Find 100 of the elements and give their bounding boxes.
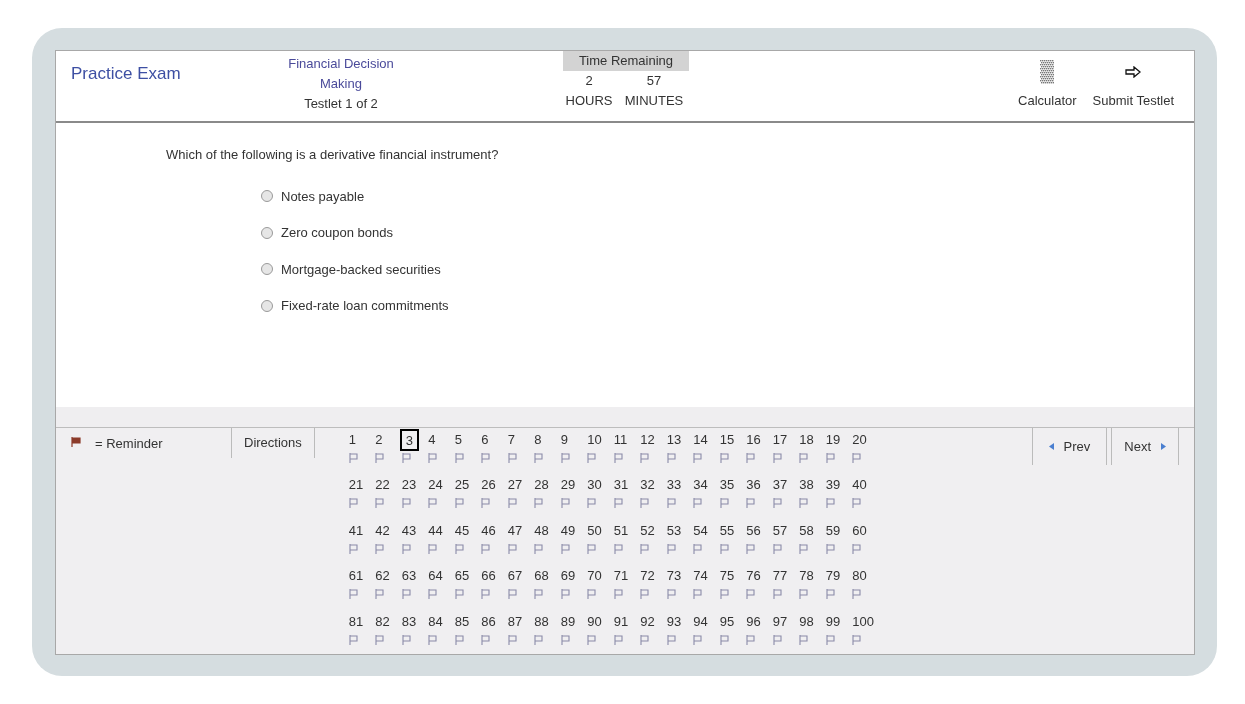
flag-icon[interactable] <box>587 589 597 600</box>
flag-icon[interactable] <box>560 589 570 600</box>
question-number[interactable]: 21 <box>347 474 365 497</box>
question-number[interactable]: 100 <box>851 610 875 633</box>
flag-icon[interactable] <box>481 453 491 463</box>
question-number[interactable]: 65 <box>453 565 471 588</box>
question-number[interactable]: 16 <box>745 429 762 451</box>
question-number[interactable]: 30 <box>586 474 603 497</box>
question-number[interactable]: 40 <box>851 474 868 497</box>
flag-icon[interactable] <box>746 498 756 509</box>
question-number[interactable]: 17 <box>771 429 789 451</box>
flag-icon[interactable] <box>454 634 464 645</box>
flag-icon[interactable] <box>428 543 438 554</box>
question-number[interactable]: 13 <box>665 429 683 451</box>
flag-icon[interactable] <box>746 589 756 600</box>
answer-option[interactable]: Fixed-rate loan commitments <box>281 296 449 316</box>
question-number[interactable]: 95 <box>718 610 736 633</box>
question-number[interactable]: 46 <box>480 519 497 542</box>
flag-icon[interactable] <box>799 498 809 509</box>
flag-icon[interactable] <box>852 498 862 509</box>
flag-icon[interactable] <box>534 543 544 554</box>
question-number[interactable]: 49 <box>559 519 577 542</box>
question-number[interactable]: 8 <box>533 429 543 451</box>
flag-icon[interactable] <box>560 543 570 554</box>
question-number[interactable]: 88 <box>533 610 550 633</box>
flag-icon[interactable] <box>746 453 756 463</box>
question-number[interactable]: 11 <box>612 429 629 451</box>
flag-icon[interactable] <box>693 498 703 509</box>
flag-icon[interactable] <box>772 589 782 600</box>
question-number[interactable]: 1 <box>347 429 358 451</box>
flag-icon[interactable] <box>454 543 464 554</box>
answer-option[interactable]: Zero coupon bonds <box>281 223 394 243</box>
question-number[interactable]: 79 <box>824 565 842 588</box>
flag-icon[interactable] <box>587 453 597 463</box>
flag-icon[interactable] <box>507 589 517 600</box>
flag-icon[interactable] <box>666 589 676 600</box>
question-number[interactable]: 59 <box>824 519 842 542</box>
question-number[interactable]: 47 <box>506 519 524 542</box>
question-number[interactable]: 63 <box>400 565 418 588</box>
flag-icon[interactable] <box>428 498 438 509</box>
question-number[interactable]: 62 <box>374 565 391 588</box>
question-number[interactable]: 58 <box>798 519 815 542</box>
question-number[interactable]: 48 <box>533 519 550 542</box>
question-number[interactable]: 94 <box>692 610 709 633</box>
question-number[interactable]: 14 <box>692 429 709 451</box>
question-number[interactable]: 84 <box>427 610 444 633</box>
question-number[interactable]: 39 <box>824 474 842 497</box>
question-number[interactable]: 56 <box>745 519 762 542</box>
flag-icon[interactable] <box>825 589 835 600</box>
question-number[interactable]: 60 <box>851 519 868 542</box>
question-number[interactable]: 44 <box>427 519 444 542</box>
flag-icon[interactable] <box>613 498 623 509</box>
question-number[interactable]: 31 <box>612 474 630 497</box>
flag-icon[interactable] <box>693 589 703 600</box>
question-number[interactable]: 85 <box>453 610 471 633</box>
answer-option[interactable]: Notes payable <box>281 186 365 206</box>
question-number[interactable]: 20 <box>851 429 868 451</box>
question-number[interactable]: 3 <box>399 429 420 451</box>
flag-icon[interactable] <box>640 498 650 509</box>
question-number[interactable]: 66 <box>480 565 497 588</box>
flag-icon[interactable] <box>852 589 862 600</box>
question-number[interactable]: 33 <box>665 474 683 497</box>
flag-icon[interactable] <box>401 589 411 600</box>
question-number[interactable]: 57 <box>771 519 789 542</box>
answer-option[interactable]: Mortgage-backed securities <box>281 259 441 279</box>
flag-icon[interactable] <box>666 453 676 463</box>
flag-icon[interactable] <box>534 589 544 600</box>
question-number[interactable]: 93 <box>665 610 683 633</box>
flag-icon[interactable] <box>507 453 517 463</box>
flag-icon[interactable] <box>746 543 756 554</box>
flag-icon[interactable] <box>587 498 597 509</box>
flag-icon[interactable] <box>534 453 544 463</box>
flag-icon[interactable] <box>640 634 650 645</box>
question-number[interactable]: 83 <box>400 610 418 633</box>
flag-icon[interactable] <box>428 589 438 600</box>
calculator-button[interactable]: Calculator <box>1018 59 1077 121</box>
flag-icon[interactable] <box>481 498 491 509</box>
flag-icon[interactable] <box>507 634 517 645</box>
flag-icon[interactable] <box>693 634 703 645</box>
question-number[interactable]: 98 <box>798 610 815 633</box>
flag-icon[interactable] <box>666 543 676 554</box>
question-number[interactable]: 72 <box>639 565 656 588</box>
question-number[interactable]: 2 <box>374 429 384 451</box>
question-number[interactable]: 32 <box>639 474 656 497</box>
flag-icon[interactable] <box>481 589 491 600</box>
flag-icon[interactable] <box>481 543 491 554</box>
next-button[interactable]: Next <box>1111 428 1179 465</box>
flag-icon[interactable] <box>613 634 623 645</box>
radio-button[interactable] <box>261 263 273 276</box>
question-number[interactable]: 50 <box>586 519 603 542</box>
question-number[interactable]: 86 <box>480 610 497 633</box>
flag-icon[interactable] <box>348 589 358 600</box>
question-number[interactable]: 87 <box>506 610 524 633</box>
question-number[interactable]: 82 <box>374 610 391 633</box>
question-number[interactable]: 61 <box>347 565 365 588</box>
question-number[interactable]: 35 <box>718 474 736 497</box>
flag-icon[interactable] <box>772 453 782 463</box>
flag-icon[interactable] <box>719 634 729 645</box>
flag-icon[interactable] <box>534 634 544 645</box>
flag-icon[interactable] <box>693 543 703 554</box>
